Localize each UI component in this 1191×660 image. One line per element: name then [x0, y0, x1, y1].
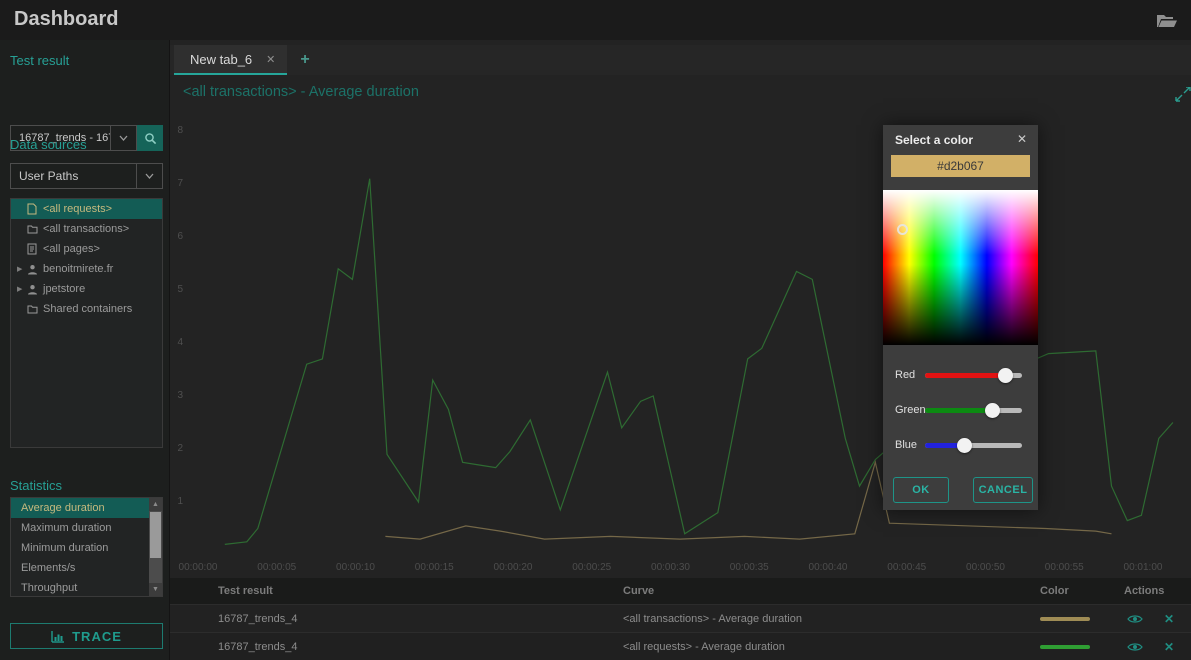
- blue-slider[interactable]: Blue: [883, 435, 1038, 455]
- file-icon: [27, 203, 43, 215]
- eye-icon[interactable]: [1127, 612, 1143, 626]
- close-icon[interactable]: ✕: [266, 53, 275, 66]
- trace-button[interactable]: TRACE: [10, 623, 163, 649]
- eye-icon[interactable]: [1127, 640, 1143, 654]
- chevron-down-icon: [136, 164, 162, 188]
- statistics-heading: Statistics: [10, 478, 63, 493]
- bar-chart-icon: [51, 630, 65, 643]
- folder-open-icon[interactable]: [1155, 11, 1179, 29]
- stat-maximum-duration[interactable]: Maximum duration: [11, 518, 162, 538]
- caret-right-icon[interactable]: ▶: [17, 265, 27, 273]
- app-root: Dashboard Test result 16787_trends - 167…: [0, 0, 1191, 660]
- cancel-button[interactable]: CANCEL: [973, 477, 1033, 503]
- color-picker-dialog: Select a color ✕ #d2b067 Red Green Blue …: [883, 125, 1038, 510]
- stat-throughput[interactable]: Throughput: [11, 578, 162, 598]
- add-tab-button[interactable]: +: [290, 45, 320, 75]
- tab-bar: New tab_6 ✕ +: [170, 45, 1191, 75]
- scroll-up-icon[interactable]: ▲: [149, 498, 162, 511]
- expand-icon[interactable]: [1174, 87, 1191, 103]
- table-row[interactable]: 16787_trends_4 <all requests> - Average …: [170, 632, 1191, 660]
- page-icon: [27, 243, 43, 255]
- tree-item-benoitmirete[interactable]: ▶ benoitmirete.fr: [11, 259, 162, 279]
- remove-icon[interactable]: ✕: [1164, 640, 1174, 654]
- sidebar: Test result 16787_trends - 1678 Data sou…: [0, 40, 170, 660]
- tree-item-all-transactions[interactable]: <all transactions>: [11, 219, 162, 239]
- curves-table: Test result Curve Color Actions 16787_tr…: [170, 578, 1191, 660]
- stat-minimum-duration[interactable]: Minimum duration: [11, 538, 162, 558]
- header: Dashboard: [0, 0, 1191, 40]
- trace-label: TRACE: [72, 628, 122, 644]
- data-sources-tree: <all requests> <all transactions> <all p…: [10, 198, 163, 448]
- table-row[interactable]: 16787_trends_4 <all transactions> - Aver…: [170, 604, 1191, 632]
- red-slider[interactable]: Red: [883, 365, 1038, 385]
- folder-icon: [27, 224, 43, 234]
- green-slider[interactable]: Green: [883, 400, 1038, 420]
- statistics-list: Average duration Maximum duration Minimu…: [10, 497, 163, 597]
- test-result-heading: Test result: [10, 53, 70, 68]
- statistics-scrollbar[interactable]: ▲ ▼: [149, 498, 162, 596]
- tree-item-all-requests[interactable]: <all requests>: [11, 199, 162, 219]
- chevron-down-icon: [110, 126, 136, 150]
- color-gradient-picker[interactable]: [883, 190, 1038, 345]
- user-icon: [27, 284, 43, 295]
- remove-icon[interactable]: ✕: [1164, 612, 1174, 626]
- curve-color-swatch[interactable]: [1040, 645, 1090, 649]
- blue-slider-track[interactable]: [925, 438, 1022, 453]
- search-icon: [144, 132, 157, 145]
- tree-item-shared-containers[interactable]: Shared containers: [11, 299, 162, 319]
- tab-new-tab-6[interactable]: New tab_6 ✕: [174, 45, 288, 75]
- red-slider-track[interactable]: [925, 368, 1022, 383]
- table-header: Test result Curve Color Actions: [170, 578, 1191, 604]
- user-paths-value: User Paths: [19, 169, 79, 183]
- scrollbar-thumb[interactable]: [150, 512, 161, 558]
- scroll-down-icon[interactable]: ▼: [149, 583, 162, 596]
- tree-item-all-pages[interactable]: <all pages>: [11, 239, 162, 259]
- user-paths-select[interactable]: User Paths: [10, 163, 163, 189]
- stat-average-duration[interactable]: Average duration: [11, 498, 151, 518]
- tab-label: New tab_6: [190, 51, 253, 67]
- curve-color-swatch[interactable]: [1040, 617, 1090, 621]
- chart-title: <all transactions> - Average duration: [183, 84, 419, 100]
- tree-item-jpetstore[interactable]: ▶ jpetstore: [11, 279, 162, 299]
- page-title: Dashboard: [14, 8, 119, 30]
- stat-elements-s[interactable]: Elements/s: [11, 558, 162, 578]
- slider-knob[interactable]: [957, 438, 973, 453]
- green-slider-track[interactable]: [925, 403, 1022, 418]
- dialog-title: Select a color: [895, 133, 974, 147]
- caret-right-icon[interactable]: ▶: [17, 285, 27, 293]
- slider-knob[interactable]: [997, 368, 1013, 383]
- search-button[interactable]: [137, 125, 163, 151]
- user-icon: [27, 264, 43, 275]
- close-icon[interactable]: ✕: [1017, 132, 1027, 146]
- hex-value-field[interactable]: #d2b067: [891, 155, 1030, 177]
- dialog-header: Select a color ✕: [883, 125, 1038, 155]
- slider-knob[interactable]: [984, 403, 1000, 418]
- data-sources-heading: Data sources: [10, 137, 87, 152]
- gradient-selector[interactable]: [897, 224, 908, 235]
- ok-button[interactable]: OK: [893, 477, 949, 503]
- folder-icon: [27, 304, 43, 314]
